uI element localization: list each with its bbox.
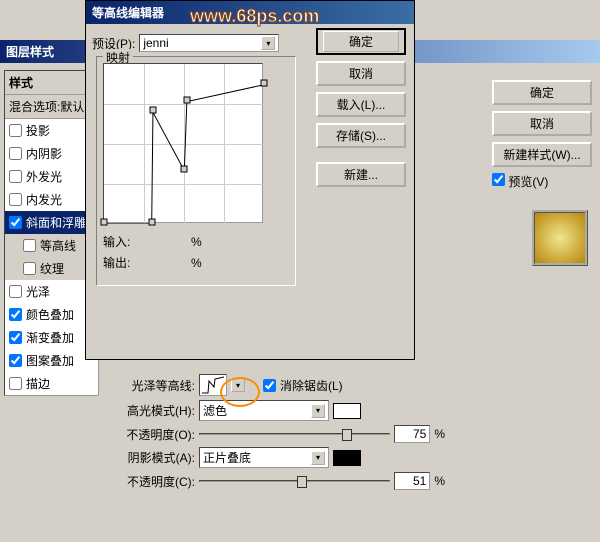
contour-label: 等高线 (40, 237, 76, 254)
grad-overlay-label: 渐变叠加 (26, 329, 74, 346)
ce-load-button[interactable]: 载入(L)... (316, 92, 406, 117)
watermark-text: www.68ps.com (190, 6, 319, 27)
grad-overlay-checkbox[interactable] (9, 331, 22, 344)
chevron-down-icon: ▾ (311, 404, 325, 418)
outer-glow-checkbox[interactable] (9, 170, 22, 183)
inner-shadow-checkbox[interactable] (9, 147, 22, 160)
highlight-mode-dropdown[interactable]: 滤色 ▾ (199, 400, 329, 421)
inner-shadow-label: 内阴影 (26, 145, 62, 162)
shadow-mode-label: 阴影模式(A): (105, 449, 195, 466)
chevron-down-icon: ▾ (311, 451, 325, 465)
shadow-opacity-slider[interactable] (199, 474, 390, 488)
ls-new-style-button[interactable]: 新建样式(W)... (492, 142, 592, 167)
curve-point[interactable] (183, 96, 190, 103)
layer-style-right-panel: 确定 取消 新建样式(W)... 预览(V) (492, 80, 592, 190)
highlight-mode-label: 高光模式(H): (105, 402, 195, 419)
highlight-opacity-value[interactable]: 75 (394, 425, 430, 443)
drop-shadow-label: 投影 (26, 122, 50, 139)
ce-cancel-button[interactable]: 取消 (316, 61, 406, 86)
highlight-opacity-slider[interactable] (199, 427, 390, 441)
ls-ok-button[interactable]: 确定 (492, 80, 592, 105)
outer-glow-label: 外发光 (26, 168, 62, 185)
curve-point[interactable] (261, 79, 268, 86)
ce-ok-button[interactable]: 确定 (316, 28, 406, 55)
drop-shadow-checkbox[interactable] (9, 124, 22, 137)
contour-editor-window: 等高线编辑器 预设(P): jenni▾ 映射 输入:% 输出:% 确定 取消 … (85, 0, 415, 360)
texture-checkbox[interactable] (23, 262, 36, 275)
shadow-mode-value: 正片叠底 (203, 449, 251, 466)
curve-point[interactable] (101, 219, 108, 226)
curve-point[interactable] (148, 219, 155, 226)
inner-glow-checkbox[interactable] (9, 193, 22, 206)
color-overlay-label: 颜色叠加 (26, 306, 74, 323)
sidebar-item-stroke[interactable]: 描边 (5, 372, 98, 395)
curve-point[interactable] (181, 165, 188, 172)
pct-label: % (434, 427, 445, 441)
satin-checkbox[interactable] (9, 285, 22, 298)
ls-cancel-button[interactable]: 取消 (492, 111, 592, 136)
contour-curve-canvas[interactable] (103, 63, 263, 223)
mapping-fieldset: 映射 输入:% 输出:% (96, 56, 296, 286)
input-label: 输入: (103, 233, 143, 250)
pct-label: % (191, 256, 202, 270)
bevel-checkbox[interactable] (9, 216, 22, 229)
stroke-label: 描边 (26, 375, 50, 392)
preview-swatch (532, 210, 588, 266)
highlight-color-swatch[interactable] (333, 403, 361, 419)
preset-dropdown[interactable]: jenni ▾ (139, 34, 279, 52)
output-label: 输出: (103, 254, 143, 271)
pat-overlay-label: 图案叠加 (26, 352, 74, 369)
ce-new-button[interactable]: 新建... (316, 162, 406, 187)
pat-overlay-checkbox[interactable] (9, 354, 22, 367)
bevel-label: 斜面和浮雕 (26, 214, 86, 231)
antialias-label: 消除锯齿(L) (280, 377, 343, 394)
stroke-checkbox[interactable] (9, 377, 22, 390)
ce-save-button[interactable]: 存储(S)... (316, 123, 406, 148)
highlight-opacity-label: 不透明度(O): (105, 426, 195, 443)
pct-label: % (434, 474, 445, 488)
satin-label: 光泽 (26, 283, 50, 300)
preview-checkbox[interactable] (492, 173, 505, 186)
texture-label: 纹理 (40, 260, 64, 277)
shadow-color-swatch[interactable] (333, 450, 361, 466)
color-overlay-checkbox[interactable] (9, 308, 22, 321)
gloss-contour-label: 光泽等高线: (105, 377, 195, 394)
shadow-opacity-value[interactable]: 51 (394, 472, 430, 490)
chevron-down-icon: ▾ (261, 36, 275, 50)
preset-value: jenni (143, 36, 168, 50)
inner-glow-label: 内发光 (26, 191, 62, 208)
preview-label: 预览(V) (508, 175, 548, 189)
highlight-circle (220, 377, 260, 407)
antialias-checkbox[interactable] (263, 379, 276, 392)
shadow-opacity-label: 不透明度(C): (105, 473, 195, 490)
curve-point[interactable] (149, 107, 156, 114)
pct-label: % (191, 235, 202, 249)
shadow-mode-dropdown[interactable]: 正片叠底 ▾ (199, 447, 329, 468)
contour-checkbox[interactable] (23, 239, 36, 252)
bevel-controls: 光泽等高线: ▾ 消除锯齿(L) 高光模式(H): 滤色 ▾ 不透明度(O): 7… (105, 370, 445, 494)
highlight-mode-value: 滤色 (203, 402, 227, 419)
